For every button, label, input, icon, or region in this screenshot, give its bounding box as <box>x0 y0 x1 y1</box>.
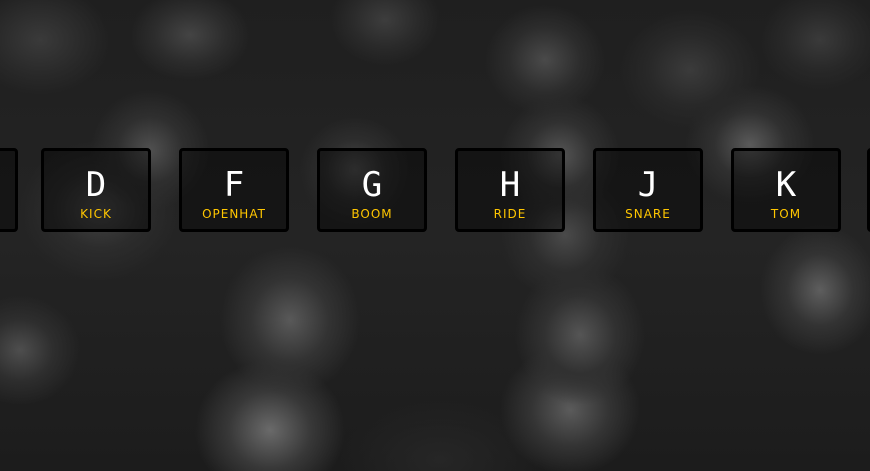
drum-key-d[interactable]: D KICK <box>41 148 151 232</box>
key-letter: H <box>499 165 521 205</box>
drum-key-g[interactable]: G BOOM <box>317 148 427 232</box>
drum-key-h[interactable]: H RIDE <box>455 148 565 232</box>
key-letter: G <box>361 165 383 205</box>
key-sound-label: BOOM <box>351 207 393 221</box>
drum-key-partial-left[interactable] <box>0 148 18 232</box>
key-letter: D <box>85 165 107 205</box>
key-sound-label: OPENHAT <box>202 207 266 221</box>
crowd-background-image: D KICK F OPENHAT G BOOM H RIDE J SNARE K… <box>0 0 870 471</box>
key-letter: J <box>637 165 659 205</box>
key-letter: F <box>223 165 245 205</box>
key-sound-label: SNARE <box>625 207 671 221</box>
drum-key-j[interactable]: J SNARE <box>593 148 703 232</box>
drum-key-k[interactable]: K TOM <box>731 148 841 232</box>
drum-key-f[interactable]: F OPENHAT <box>179 148 289 232</box>
drum-keys-row: D KICK F OPENHAT G BOOM H RIDE J SNARE K… <box>0 0 870 471</box>
key-sound-label: TOM <box>770 207 802 221</box>
key-sound-label: KICK <box>80 207 112 221</box>
key-letter: K <box>775 165 797 205</box>
key-sound-label: RIDE <box>493 207 527 221</box>
